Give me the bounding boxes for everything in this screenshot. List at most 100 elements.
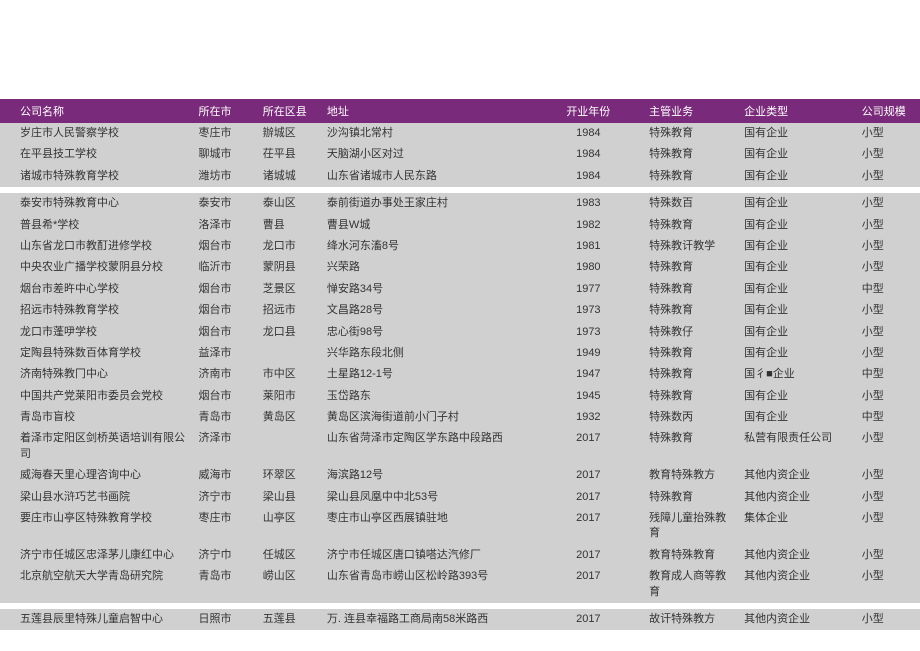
cell-district: 蒙阴县 <box>257 257 321 278</box>
cell-name: 威海春天里心理咨询中心 <box>0 465 193 486</box>
cell-city: 日照市 <box>193 609 257 630</box>
table-row: 中国共产党莱阳市委员会党校烟台市莱阳市玉岱路东1945特殊教育国有企业小型 <box>0 386 920 407</box>
table-row: 威海春天里心理咨询中心威海市环翠区海滨路12号2017教育特殊教方其他内资企业小… <box>0 465 920 486</box>
cell-name: 招远市特殊教育学校 <box>0 300 193 321</box>
cell-year: 1984 <box>546 144 632 165</box>
cell-business: 残障儿童抬殊教育 <box>631 508 738 545</box>
cell-scale: 小型 <box>856 215 920 236</box>
cell-address: 天脑湖小区对过 <box>321 144 546 165</box>
cell-scale: 小型 <box>856 300 920 321</box>
cell-type: 其他内资企业 <box>738 465 856 486</box>
cell-year: 2017 <box>546 487 632 508</box>
cell-name: 泰安市特殊教育中心 <box>0 193 193 214</box>
cell-address: 山东省青岛市崂山区松岭路393号 <box>321 566 546 603</box>
cell-district: 崂山区 <box>257 566 321 603</box>
table-row: 青岛市盲校青岛市黄岛区黄岛区滨海街道前小门子村1932特殊数丙国有企业中型 <box>0 407 920 428</box>
cell-name: 中国共产党莱阳市委员会党校 <box>0 386 193 407</box>
header-address: 地址 <box>321 99 546 123</box>
cell-district: 诸城城 <box>257 166 321 187</box>
cell-business: 教育特殊教方 <box>631 465 738 486</box>
cell-name: 定陶县特殊数百体育学校 <box>0 343 193 364</box>
cell-name: 烟台市差旿中心学校 <box>0 279 193 300</box>
cell-address: 惮安路34号 <box>321 279 546 300</box>
cell-name: 五莲县辰里特殊儿童启智中心 <box>0 609 193 630</box>
cell-type: 国彳■企业 <box>738 364 856 385</box>
cell-scale: 小型 <box>856 508 920 545</box>
cell-address: 兴荣路 <box>321 257 546 278</box>
header-business: 主管业务 <box>631 99 738 123</box>
cell-address: 黄岛区滨海街道前小门子村 <box>321 407 546 428</box>
cell-scale: 小型 <box>856 545 920 566</box>
cell-city: 临沂市 <box>193 257 257 278</box>
cell-business: 特殊教育 <box>631 364 738 385</box>
cell-district: 环翠区 <box>257 465 321 486</box>
cell-city: 济南市 <box>193 364 257 385</box>
cell-district: 市中区 <box>257 364 321 385</box>
cell-city: 烟台市 <box>193 279 257 300</box>
cell-district <box>257 343 321 364</box>
cell-year: 1973 <box>546 322 632 343</box>
cell-address: 万. 连县幸福路工商局南58米路西 <box>321 609 546 630</box>
cell-year: 2017 <box>546 545 632 566</box>
cell-address: 山东省诸城市人民东路 <box>321 166 546 187</box>
cell-name: 岁庄市人民警察学校 <box>0 123 193 144</box>
cell-district <box>257 428 321 465</box>
cell-type: 其他内资企业 <box>738 609 856 630</box>
cell-scale: 中型 <box>856 364 920 385</box>
cell-name: 中央农业广播学校蒙阴县分校 <box>0 257 193 278</box>
cell-district: 黄岛区 <box>257 407 321 428</box>
cell-scale: 小型 <box>856 465 920 486</box>
cell-scale: 小型 <box>856 166 920 187</box>
cell-address: 济宁市任城区唐口镇嗒达汽修厂 <box>321 545 546 566</box>
cell-name: 青岛市盲校 <box>0 407 193 428</box>
cell-city: 洛泽市 <box>193 215 257 236</box>
cell-address: 沙沟镇北常村 <box>321 123 546 144</box>
cell-scale: 小型 <box>856 236 920 257</box>
cell-type: 其他内资企业 <box>738 545 856 566</box>
cell-year: 2017 <box>546 465 632 486</box>
cell-business: 特殊数百 <box>631 193 738 214</box>
cell-city: 济宁巾 <box>193 545 257 566</box>
cell-year: 1973 <box>546 300 632 321</box>
cell-district: 辦城区 <box>257 123 321 144</box>
cell-type: 其他内资企业 <box>738 566 856 603</box>
table-row: 着泽市定阳区剑桥英语培训有限公司济泽市山东省菏泽市定陶区学东路中段路西2017 … <box>0 428 920 465</box>
cell-year: 2017 <box>546 428 632 465</box>
cell-type: 国有企业 <box>738 322 856 343</box>
top-spacer <box>0 0 920 99</box>
cell-business: 特殊教育 <box>631 300 738 321</box>
cell-business: 特殊教育 <box>631 428 738 465</box>
cell-type: 国有企业 <box>738 279 856 300</box>
cell-type: 国有企业 <box>738 407 856 428</box>
cell-city: 益泽市 <box>193 343 257 364</box>
table-row: 要庄市山亭区特殊教育学校枣庄市山亭区枣庄市山亭区西展镇驻地2017 残障儿童抬殊… <box>0 508 920 545</box>
cell-business: 教育成人商等教育 <box>631 566 738 603</box>
cell-year: 1984 <box>546 166 632 187</box>
cell-type: 国有企业 <box>738 257 856 278</box>
cell-city: 烟台市 <box>193 300 257 321</box>
header-type: 企业类型 <box>738 99 856 123</box>
cell-district: 泰山区 <box>257 193 321 214</box>
cell-city: 烟台市 <box>193 322 257 343</box>
cell-business: 特殊教仔 <box>631 322 738 343</box>
cell-address: 山东省菏泽市定陶区学东路中段路西 <box>321 428 546 465</box>
cell-type: 国有企业 <box>738 144 856 165</box>
cell-address: 土星路12-1号 <box>321 364 546 385</box>
cell-business: 特殊教讦教学 <box>631 236 738 257</box>
cell-address: 曹县W城 <box>321 215 546 236</box>
cell-year: 1932 <box>546 407 632 428</box>
cell-business: 教育特殊教育 <box>631 545 738 566</box>
cell-district: 茌平县 <box>257 144 321 165</box>
header-scale: 公司规模 <box>856 99 920 123</box>
cell-name: 济南特殊教冂中心 <box>0 364 193 385</box>
cell-type: 私营有限责任公司 <box>738 428 856 465</box>
cell-type: 国有企业 <box>738 123 856 144</box>
cell-city: 济宁市 <box>193 487 257 508</box>
cell-type: 国有企业 <box>738 166 856 187</box>
cell-scale: 小型 <box>856 566 920 603</box>
table-row: 北京航空航天大学青岛研究院青岛市崂山区山东省青岛市崂山区松岭路393号2017教… <box>0 566 920 603</box>
cell-business: 故讦特殊教方 <box>631 609 738 630</box>
cell-year: 1983 <box>546 193 632 214</box>
cell-district: 芝景区 <box>257 279 321 300</box>
cell-address: 兴华路东段北侧 <box>321 343 546 364</box>
